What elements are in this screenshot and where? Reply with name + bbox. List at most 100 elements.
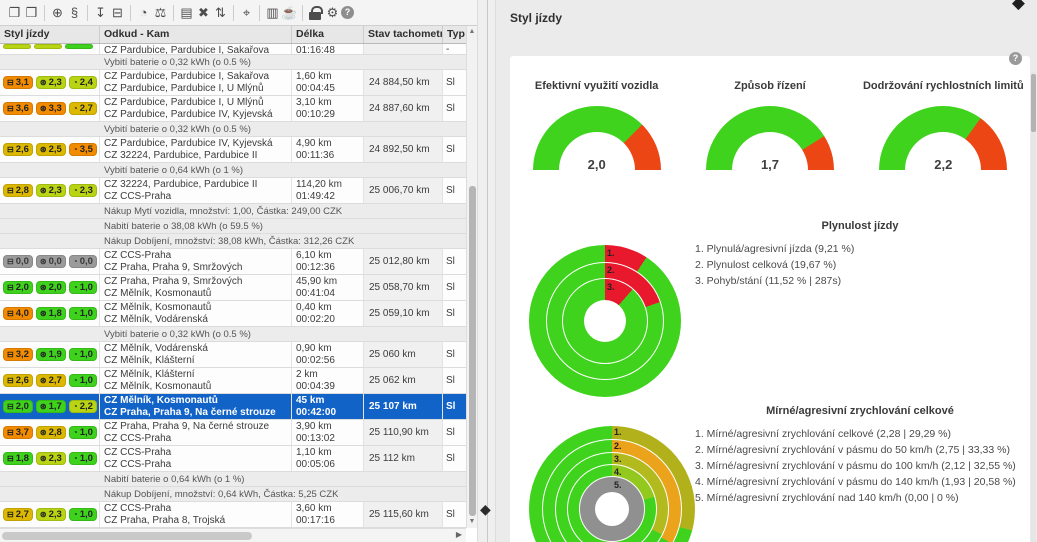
splitter-handle-icon[interactable]: ◆ xyxy=(480,501,491,518)
speedometer-icon: ◔ xyxy=(73,187,78,195)
trip-row[interactable]: ⊟2,8⊛2,3◔2,3CZ 32224, Pardubice, Pardubi… xyxy=(0,178,466,204)
steering-wheel-icon: ⊛ xyxy=(40,511,47,519)
gauge-2: Způsob řízení1,7 xyxy=(683,80,856,170)
to-location: CZ Pardubice, Pardubice IV, Kyjevská xyxy=(104,109,291,121)
car-score-badge: ⊟3,1 xyxy=(3,76,33,89)
scales-icon[interactable]: ⚖ xyxy=(152,4,169,22)
wheel-score-badge: ⊛2,3 xyxy=(36,452,66,465)
header-typ[interactable]: Typ xyxy=(443,26,466,43)
scroll-down-icon[interactable]: ▼ xyxy=(467,516,477,527)
archive-icon[interactable]: ▤ xyxy=(178,4,195,22)
paste-icon[interactable]: ❒ xyxy=(23,4,40,22)
event-row[interactable]: Nákup Dobíjení, množství: 0,64 kWh, Část… xyxy=(0,487,466,502)
from-location: CZ Praha, Praha 9, Smržových xyxy=(104,276,291,288)
event-row[interactable]: Vybití baterie o 0,32 kWh (o 0.5 %) xyxy=(0,122,466,137)
trip-row[interactable]: ⊟3,2⊛1,9◔1,0CZ Mělník, VodárenskáCZ Měln… xyxy=(0,342,466,368)
panel-scroll-thumb[interactable] xyxy=(1031,74,1036,132)
speedometer-icon[interactable]: ◔ xyxy=(135,4,152,22)
smoothness-title: Plynulost jízdy xyxy=(695,220,1025,232)
event-row[interactable]: Vybití baterie o 0,32 kWh (o 0.5 %) xyxy=(0,55,466,70)
trip-type: Sl xyxy=(443,137,466,162)
trip-row[interactable]: ⊟1,8⊛2,3◔1,0CZ CCS-PrahaCZ CCS-Praha1,10… xyxy=(0,446,466,472)
scroll-right-icon[interactable]: ▶ xyxy=(456,530,462,539)
car-icon: ⊟ xyxy=(7,187,14,195)
event-row[interactable]: Nabití baterie o 0,64 kWh (o 1 %) xyxy=(0,472,466,487)
wheel-score-badge: ⊛1,8 xyxy=(36,307,66,320)
odometer: 25 107 km xyxy=(364,394,443,419)
card-help-icon[interactable]: ? xyxy=(1009,52,1022,65)
print-icon[interactable]: ⊟ xyxy=(109,4,126,22)
car-icon: ⊟ xyxy=(7,105,14,113)
steering-wheel-icon: ⊛ xyxy=(40,187,47,195)
header-delka[interactable]: Délka xyxy=(292,26,364,43)
trip-type: - xyxy=(443,44,466,54)
collapse-panel-icon[interactable]: ◆ xyxy=(1012,0,1025,13)
location-pin-icon[interactable]: ⌖ xyxy=(238,4,255,22)
table-vertical-scrollbar[interactable]: ▲ ▼ xyxy=(466,26,477,528)
steering-wheel-icon: ⊛ xyxy=(40,105,47,113)
car-score-badge: ⊟2,0 xyxy=(3,281,33,294)
odometer: 25 058,70 km xyxy=(364,275,443,300)
event-row[interactable]: Vybití baterie o 0,64 kWh (o 1 %) xyxy=(0,163,466,178)
odometer: 25 006,70 km xyxy=(364,178,443,203)
trip-row[interactable]: ⊟⊛◔CZ Pardubice, Pardubice I, Sakařova01… xyxy=(0,44,466,55)
steering-wheel-icon: ⊛ xyxy=(40,258,47,266)
car-icon: ⊟ xyxy=(7,146,14,154)
car-score-badge: ⊟ xyxy=(3,44,31,49)
legend-item: 4. Mírné/agresivní zrychlování v pásmu d… xyxy=(695,474,1025,490)
header-odkud-kam[interactable]: Odkud - Kam xyxy=(100,26,292,43)
report-icon[interactable]: ☕ xyxy=(281,4,298,22)
to-location: CZ 32224, Pardubice, Pardubice II xyxy=(104,150,291,162)
trip-row[interactable]: ⊟2,6⊛2,5◔3,5CZ Pardubice, Pardubice IV, … xyxy=(0,137,466,163)
trip-row[interactable]: ⊟3,6⊛3,3◔2,7CZ Pardubice, Pardubice I, U… xyxy=(0,96,466,122)
trip-row[interactable]: ⊟4,0⊛1,8◔1,0CZ Mělník, KosmonautůCZ Měln… xyxy=(0,301,466,327)
ring-label: 2. xyxy=(607,265,615,275)
legend-item: 1. Plynulá/agresivní jízda (9,21 %) xyxy=(695,241,1025,257)
route-cancel-icon[interactable]: ✖ xyxy=(195,4,212,22)
event-row[interactable]: Nabití baterie o 38,08 kWh (o 59.5 %) xyxy=(0,219,466,234)
legend-item: 3. Pohyb/stání (11,52 % | 287s) xyxy=(695,273,1025,289)
event-row[interactable]: Vybití baterie o 0,32 kWh (o 0.5 %) xyxy=(0,327,466,342)
panel-scrollbar[interactable] xyxy=(1031,72,1036,542)
trip-row[interactable]: ⊟2,7⊛2,3◔1,0CZ CCS-PrahaCZ Praha, Praha … xyxy=(0,502,466,528)
distance: 2 km xyxy=(296,369,363,381)
vertical-scroll-thumb[interactable] xyxy=(469,186,476,516)
sort-arrows-icon[interactable]: ⇅ xyxy=(212,4,229,22)
scroll-up-icon[interactable]: ▲ xyxy=(467,26,477,37)
car-score-badge: ⊟2,7 xyxy=(3,508,33,521)
car-icon: ⊟ xyxy=(7,377,14,385)
legend-item: 2. Plynulost celková (19,67 %) xyxy=(695,257,1025,273)
copy-icon[interactable]: ❐ xyxy=(6,4,23,22)
distance: 3,10 km xyxy=(296,97,363,109)
download-icon[interactable]: ↧ xyxy=(92,4,109,22)
car-score-badge: ⊟2,8 xyxy=(3,184,33,197)
header-styl-jizdy[interactable]: Styl jízdy xyxy=(0,26,100,43)
table-horizontal-scrollbar[interactable]: ▶ xyxy=(0,528,466,542)
lock-icon[interactable] xyxy=(307,4,324,22)
to-location: CZ Praha, Praha 8, Trojská xyxy=(104,515,291,527)
id-card-icon[interactable]: ▥ xyxy=(264,4,281,22)
settings-icon[interactable]: ⚙ xyxy=(324,4,341,22)
trip-row[interactable]: ⊟0,0⊛0,0◔0,0CZ CCS-PrahaCZ Praha, Praha … xyxy=(0,249,466,275)
attach-icon[interactable]: § xyxy=(66,4,83,22)
help-icon[interactable]: ? xyxy=(341,6,354,19)
trip-row[interactable]: ⊟3,1⊛2,3◔2,4CZ Pardubice, Pardubice I, S… xyxy=(0,70,466,96)
trip-row[interactable]: ⊟2,0⊛2,0◔1,0CZ Praha, Praha 9, Smržových… xyxy=(0,275,466,301)
trip-row-selected[interactable]: ⊟2,0⊛1,7◔2,2CZ Mělník, KosmonautůCZ Prah… xyxy=(0,394,466,420)
event-row[interactable]: Nákup Mytí vozidla, množství: 1,00, Část… xyxy=(0,204,466,219)
ring-label: 1. xyxy=(607,248,615,258)
speedometer-icon: ◔ xyxy=(73,511,78,519)
steering-wheel-icon: ⊛ xyxy=(40,146,47,154)
speedometer-icon: ◔ xyxy=(73,284,78,292)
car-icon: ⊟ xyxy=(7,403,14,411)
event-row[interactable]: Nákup Dobíjení, množství: 38,08 kWh, Čás… xyxy=(0,234,466,249)
panel-splitter[interactable]: ◆ xyxy=(477,0,496,542)
attach-add-icon[interactable]: ⊕ xyxy=(49,4,66,22)
trip-row[interactable]: ⊟2,6⊛2,7◔1,0CZ Mělník, KlášterníCZ Mělní… xyxy=(0,368,466,394)
speed-score-badge: ◔0,0 xyxy=(69,255,97,268)
trip-row[interactable]: ⊟3,7⊛2,8◔1,0CZ Praha, Praha 9, Na černé … xyxy=(0,420,466,446)
horizontal-scroll-thumb[interactable] xyxy=(2,532,252,540)
panel-title: Styl jízdy xyxy=(510,11,562,25)
from-location: CZ Pardubice, Pardubice I, U Mlýnů xyxy=(104,97,291,109)
header-stav-tachometru[interactable]: Stav tachometru xyxy=(364,26,443,43)
